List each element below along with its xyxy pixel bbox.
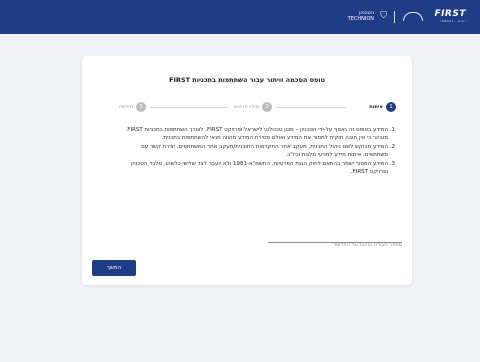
terms-item-2: המידע מבוקש לשם ניהול התכנית, מעקב אחר ה… bbox=[122, 143, 388, 159]
step-3-label: חתימה bbox=[118, 104, 133, 110]
first-logo-subtext: ISRAEL · יזמת bbox=[440, 19, 466, 23]
first-logo-text: FIRST bbox=[434, 9, 466, 19]
student-id-field[interactable] bbox=[268, 231, 402, 248]
top-bar: FIRST ISRAEL · יזמת ⛉ הטכניון TECHNION bbox=[0, 0, 480, 34]
step-3-number: 3 bbox=[136, 102, 146, 112]
terms-item-1: המידע בטופס זה נאסף על-ידי הטכניון – מכו… bbox=[122, 126, 388, 142]
terms-list: המידע בטופס זה נאסף על-ידי הטכניון – מכו… bbox=[122, 126, 398, 176]
terms-text: המידע בטופס זה נאסף על-ידי הטכניון – מכו… bbox=[122, 126, 398, 177]
logo-divider bbox=[394, 11, 395, 23]
step-3: 3 חתימה bbox=[119, 101, 146, 113]
step-connector-2 bbox=[150, 107, 228, 108]
technion-logo[interactable]: הטכניון TECHNION bbox=[348, 10, 374, 22]
step-1: 1 איתות bbox=[369, 101, 396, 113]
first-arc-icon bbox=[403, 12, 423, 21]
step-2-number: 2 bbox=[262, 102, 272, 112]
form-stepper: 1 איתות 2 מילוי פרטים 3 חתימה bbox=[98, 101, 396, 113]
step-connector-1 bbox=[276, 107, 346, 108]
continue-button[interactable]: המשך bbox=[92, 260, 136, 276]
student-id-input[interactable] bbox=[268, 242, 402, 248]
step-1-number: 1 bbox=[386, 102, 396, 112]
technion-emblem-icon: ⛉ bbox=[380, 11, 387, 21]
technion-name-en: TECHNION bbox=[347, 16, 374, 22]
terms-item-3: המידע המסור ישמר בהתאם לחוק הגנת הפרטיות… bbox=[122, 160, 388, 176]
first-logo[interactable]: FIRST ISRAEL · יזמת bbox=[434, 9, 466, 23]
form-title: טופס הסכמה וויתור עבור השתתפות בתכניות F… bbox=[169, 76, 325, 84]
step-2-label: מילוי פרטים bbox=[233, 104, 259, 110]
step-2: 2 מילוי פרטים bbox=[234, 101, 272, 113]
consent-form-card: טופס הסכמה וויתור עבור השתתפות בתכניות F… bbox=[82, 56, 412, 285]
step-1-label: איתות bbox=[369, 104, 383, 110]
